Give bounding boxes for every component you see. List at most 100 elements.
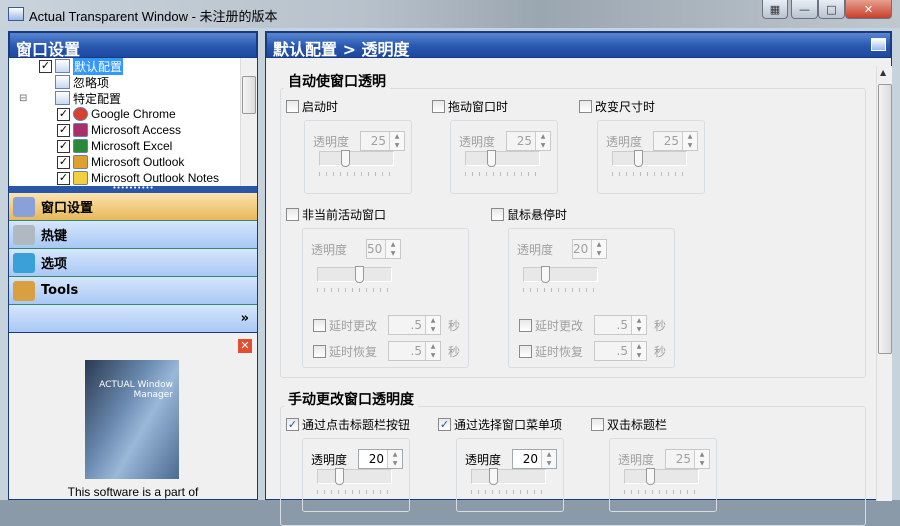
option-checkbox[interactable]: 双击标题栏 (591, 416, 667, 433)
slider-thumb[interactable] (646, 468, 655, 485)
spin-arrows-icon[interactable]: ▲ ▼ (541, 450, 556, 468)
slider-ticks (317, 288, 392, 292)
spin-arrows-icon[interactable]: ▲ ▼ (387, 450, 402, 468)
nav-item[interactable]: 窗口设置 (9, 193, 257, 221)
opacity-spinbox[interactable]: .5 ▲ ▼ (388, 341, 441, 361)
option-checkbox[interactable]: 启动时 (286, 98, 338, 115)
title-bar[interactable]: Actual Transparent Window - 未注册的版本 ▦ — □… (0, 0, 900, 30)
spin-arrows-icon[interactable]: ▲ ▼ (682, 132, 697, 150)
opacity-slider[interactable] (471, 468, 546, 485)
content-scroll-thumb[interactable] (878, 84, 892, 354)
checkbox[interactable] (313, 345, 326, 358)
tree-item[interactable]: ✓ Google Chrome (57, 106, 176, 122)
windows-icon[interactable] (871, 38, 886, 51)
content-scrollbar[interactable]: ▲ (876, 66, 892, 501)
close-button[interactable]: ✕ (845, 0, 892, 19)
tree-item[interactable]: ✓ 默认配置 (39, 58, 124, 75)
option-checkbox[interactable]: 改变尺寸时 (579, 98, 655, 115)
slider-thumb[interactable] (341, 150, 350, 167)
nav-item[interactable]: Tools (9, 277, 257, 305)
tree-item[interactable]: ✓ Microsoft Excel (57, 138, 172, 154)
tree-checkbox[interactable]: ✓ (57, 123, 70, 137)
delay-checkbox[interactable]: 延时恢复 (313, 343, 377, 360)
maximize-button[interactable]: □ (818, 0, 845, 19)
delay-checkbox[interactable]: 延时更改 (313, 317, 377, 334)
spin-arrows-icon[interactable]: ▲ ▼ (425, 316, 440, 334)
slider-thumb[interactable] (487, 150, 496, 167)
spin-arrows-icon[interactable]: ▲ ▼ (425, 342, 440, 360)
option-checkbox[interactable]: 鼠标悬停时 (491, 206, 567, 223)
opacity-spinbox[interactable]: 20 ▲ ▼ (358, 449, 403, 469)
checkbox[interactable] (491, 208, 504, 221)
tree-checkbox[interactable]: ✓ (57, 171, 70, 185)
nav-item[interactable]: 热键 (9, 221, 257, 249)
checkbox[interactable] (313, 319, 326, 332)
option-checkbox[interactable]: 拖动窗口时 (432, 98, 508, 115)
opacity-spinbox[interactable]: .5 ▲ ▼ (594, 341, 647, 361)
checkbox[interactable] (519, 319, 532, 332)
tree-checkbox[interactable]: ✓ (57, 107, 70, 121)
checkbox[interactable]: ✓ (286, 418, 299, 431)
slider-thumb[interactable] (489, 468, 498, 485)
slider-thumb[interactable] (355, 266, 364, 283)
opacity-slider[interactable] (319, 150, 394, 167)
opacity-slider[interactable] (317, 266, 392, 283)
slider-thumb[interactable] (335, 468, 344, 485)
splitter-handle[interactable]: •••••••••• (9, 185, 257, 193)
tree-item[interactable]: 忽略项 (39, 74, 109, 90)
option-checkbox[interactable]: 非当前活动窗口 (286, 206, 386, 223)
checkbox[interactable] (432, 100, 445, 113)
opacity-spinbox[interactable]: 25 ▲ ▼ (360, 131, 405, 151)
seconds-label: 秒 (448, 345, 461, 359)
tree-scroll-thumb[interactable] (242, 76, 256, 114)
slider-thumb[interactable] (634, 150, 643, 167)
opacity-spinbox[interactable]: 25 ▲ ▼ (665, 449, 710, 469)
expand-toggle-icon[interactable]: ⊟ (19, 93, 27, 104)
opacity-slider[interactable] (317, 468, 392, 485)
spin-arrows-icon[interactable]: ▲ ▼ (631, 342, 646, 360)
checkbox[interactable] (286, 208, 299, 221)
promo-close-icon[interactable]: ✕ (238, 339, 252, 353)
checkbox[interactable]: ✓ (438, 418, 451, 431)
nav-item[interactable]: 选项 (9, 249, 257, 277)
opacity-slider[interactable] (624, 468, 699, 485)
checkbox[interactable] (519, 345, 532, 358)
spin-arrows-icon[interactable]: ▲ ▼ (389, 132, 404, 150)
opacity-slider[interactable] (465, 150, 540, 167)
opacity-spinbox[interactable]: 25 ▲ ▼ (653, 131, 698, 151)
opacity-spinbox[interactable]: 50 ▲ ▼ (366, 239, 401, 259)
tree-checkbox[interactable]: ✓ (39, 59, 52, 73)
profile-tree[interactable]: ✓ 默认配置 忽略项 ⊟ 特定配置 ✓ Google Chrome ✓ Microsoft Ac… (9, 58, 257, 186)
option-checkbox[interactable]: ✓ 通过选择窗口菜单项 (438, 416, 562, 433)
opacity-spinbox[interactable]: 25 ▲ ▼ (506, 131, 551, 151)
spin-arrows-icon[interactable]: ▲ ▼ (535, 132, 550, 150)
minimize-button[interactable]: — (791, 0, 818, 19)
tree-scrollbar[interactable] (240, 58, 257, 186)
checkbox[interactable] (286, 100, 299, 113)
opacity-slider[interactable] (612, 150, 687, 167)
spin-arrows-icon[interactable]: ▲ ▼ (591, 240, 606, 258)
tree-checkbox[interactable]: ✓ (57, 139, 70, 153)
checkbox[interactable] (591, 418, 604, 431)
tree-checkbox[interactable]: ✓ (57, 155, 70, 169)
spin-arrows-icon[interactable]: ▲ ▼ (631, 316, 646, 334)
opacity-spinbox[interactable]: 20 ▲ ▼ (572, 239, 607, 259)
scroll-up-icon[interactable]: ▲ (880, 68, 886, 77)
spin-arrows-icon[interactable]: ▲ ▼ (694, 450, 709, 468)
tree-item[interactable]: ✓ Microsoft Outlook (57, 154, 184, 170)
opacity-spinbox[interactable]: .5 ▲ ▼ (594, 315, 647, 335)
spin-arrows-icon[interactable]: ▲ ▼ (385, 240, 400, 258)
product-box-image[interactable]: ACTUAL Window Manager (85, 360, 179, 479)
transparency-button[interactable]: ▦ (762, 0, 788, 19)
option-checkbox[interactable]: ✓ 通过点击标题栏按钮 (286, 416, 410, 433)
slider-thumb[interactable] (541, 266, 550, 283)
delay-checkbox[interactable]: 延时更改 (519, 317, 583, 334)
opacity-slider[interactable] (523, 266, 598, 283)
opacity-spinbox[interactable]: .5 ▲ ▼ (388, 315, 441, 335)
tree-item[interactable]: ✓ Microsoft Access (57, 122, 181, 138)
checkbox[interactable] (579, 100, 592, 113)
tree-item[interactable]: ⊟ 特定配置 (19, 90, 121, 106)
nav-more-button[interactable]: » (9, 305, 257, 333)
delay-checkbox[interactable]: 延时恢复 (519, 343, 583, 360)
opacity-spinbox[interactable]: 20 ▲ ▼ (512, 449, 557, 469)
